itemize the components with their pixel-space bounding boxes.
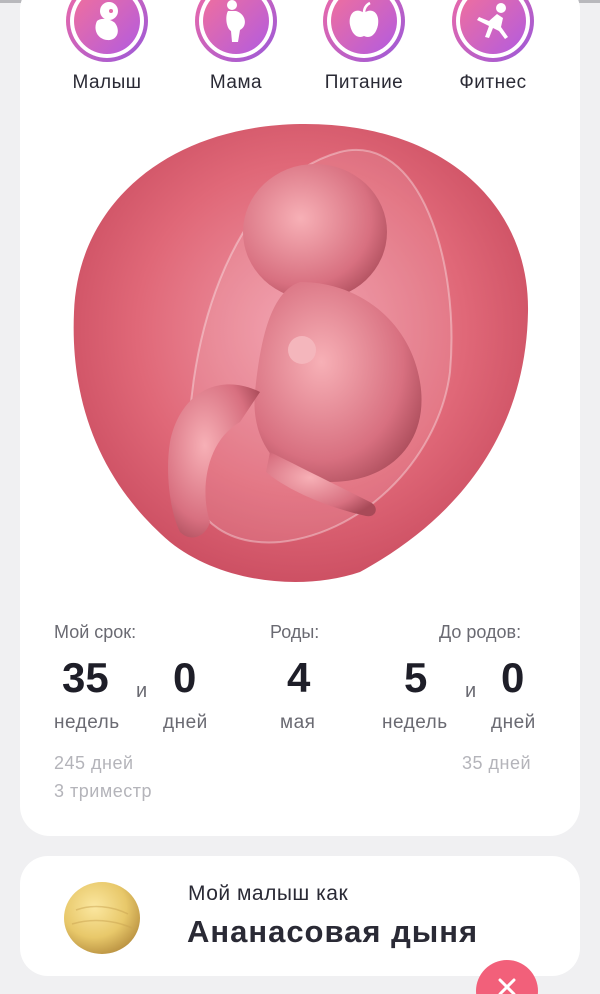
baby-icon — [95, 2, 118, 41]
category-ring — [323, 0, 405, 62]
remaining-total-days: 35 дней — [462, 753, 532, 773]
fruit-subtitle: Мой малыш как — [188, 882, 349, 905]
category-label: Мама — [209, 72, 263, 93]
category-ring — [195, 0, 277, 62]
apple-icon — [349, 1, 379, 37]
fitness-icon — [477, 3, 508, 39]
category-ring — [452, 0, 534, 62]
birth-title: Роды: — [270, 622, 320, 642]
category-nutrition-button[interactable]: Питание — [314, 0, 414, 94]
category-fitness-button[interactable]: Фитнес — [443, 0, 543, 94]
birth-month: мая — [280, 712, 316, 733]
category-mother-button[interactable]: Мама — [186, 0, 286, 94]
term-weeks-unit: недель — [54, 712, 120, 733]
term-days: 0 — [173, 654, 197, 701]
term-total-days: 245 дней — [54, 753, 134, 773]
term-weeks: 35 — [62, 654, 109, 701]
birth-day: 4 — [287, 654, 311, 701]
fruit-name: Ананасовая дыня — [187, 914, 479, 949]
fetus-illustration — [70, 122, 530, 584]
remaining-weeks-unit: недель — [382, 712, 448, 733]
remaining-weeks: 5 — [404, 654, 428, 701]
term-and: и — [136, 680, 148, 702]
category-label: Фитнес — [459, 72, 527, 93]
category-bar: Малыш Мама Питание Фитнес — [0, 0, 600, 100]
remaining-and: и — [465, 680, 477, 702]
category-label: Малыш — [72, 72, 142, 93]
melon-icon — [62, 880, 142, 956]
remaining-title: До родов: — [439, 622, 522, 642]
category-baby-button[interactable]: Малыш — [57, 0, 157, 94]
term-title: Мой срок: — [54, 622, 137, 642]
remaining-days-unit: дней — [491, 712, 536, 733]
term-trimester: 3 триместр — [54, 781, 152, 801]
close-icon — [498, 978, 516, 994]
term-days-unit: дней — [163, 712, 208, 733]
category-ring — [66, 0, 148, 62]
remaining-days: 0 — [501, 654, 525, 701]
category-label: Питание — [324, 72, 404, 93]
pregnant-mother-icon — [226, 0, 245, 42]
